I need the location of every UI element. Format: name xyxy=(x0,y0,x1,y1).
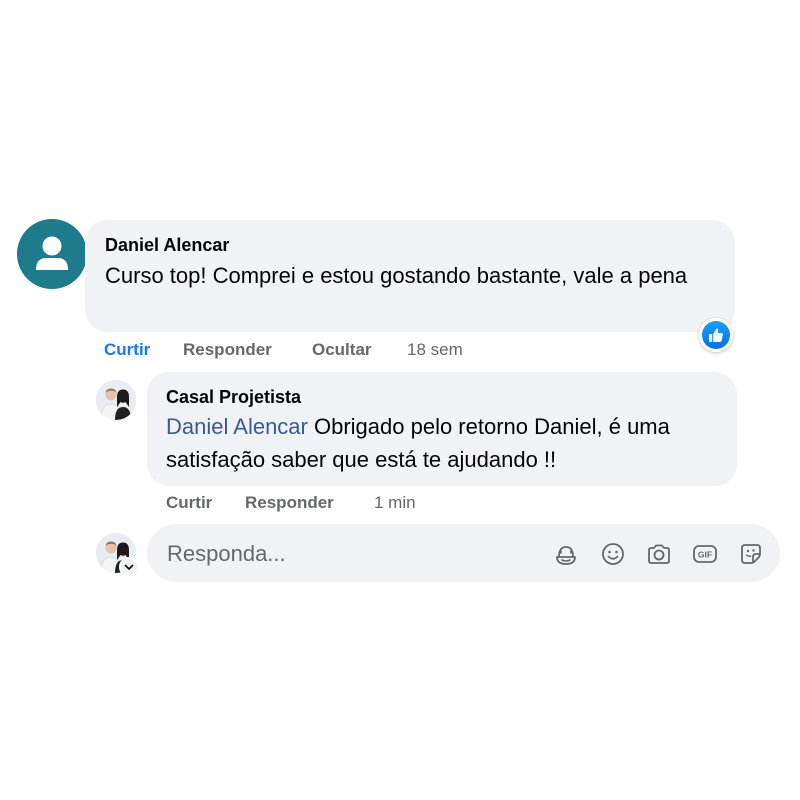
default-user-icon xyxy=(36,236,68,270)
reply-composer: GIF xyxy=(147,524,780,582)
reply-button[interactable]: Responder xyxy=(245,493,334,513)
hide-button[interactable]: Ocultar xyxy=(312,340,372,360)
comment-author[interactable]: Daniel Alencar xyxy=(105,235,229,256)
like-icon xyxy=(709,328,723,342)
reply-timestamp[interactable]: 1 min xyxy=(374,493,416,513)
reply-author[interactable]: Casal Projetista xyxy=(166,387,301,408)
sticker-icon xyxy=(741,544,761,564)
like-button[interactable]: Curtir xyxy=(104,340,150,360)
gif-icon: GIF xyxy=(693,545,717,563)
sticker-button[interactable] xyxy=(737,540,765,568)
profile-switcher[interactable] xyxy=(119,557,139,577)
camera-button[interactable] xyxy=(645,540,673,568)
reaction-badge[interactable] xyxy=(699,318,733,352)
comment-text: Curso top! Comprei e estou gostando bast… xyxy=(105,263,688,288)
emoji-button[interactable] xyxy=(599,540,627,568)
svg-text:GIF: GIF xyxy=(698,550,712,560)
avatar-sticker-button[interactable] xyxy=(552,540,580,568)
gif-button[interactable]: GIF xyxy=(691,540,719,568)
chevron-down-icon xyxy=(124,564,134,570)
couple-photo-icon xyxy=(96,380,136,420)
like-button[interactable]: Curtir xyxy=(166,493,212,513)
reply-input[interactable] xyxy=(165,534,529,574)
emoji-icon xyxy=(602,543,624,565)
page-avatar[interactable] xyxy=(96,380,136,420)
avatar-sticker-icon xyxy=(556,546,576,565)
reply-button[interactable]: Responder xyxy=(183,340,272,360)
mention-link[interactable]: Daniel Alencar xyxy=(166,414,308,439)
comment-timestamp[interactable]: 18 sem xyxy=(407,340,463,360)
reply-text: Daniel Alencar Obrigado pelo retorno Dan… xyxy=(166,410,726,476)
camera-icon xyxy=(648,544,670,564)
commenter-avatar[interactable] xyxy=(17,219,87,289)
